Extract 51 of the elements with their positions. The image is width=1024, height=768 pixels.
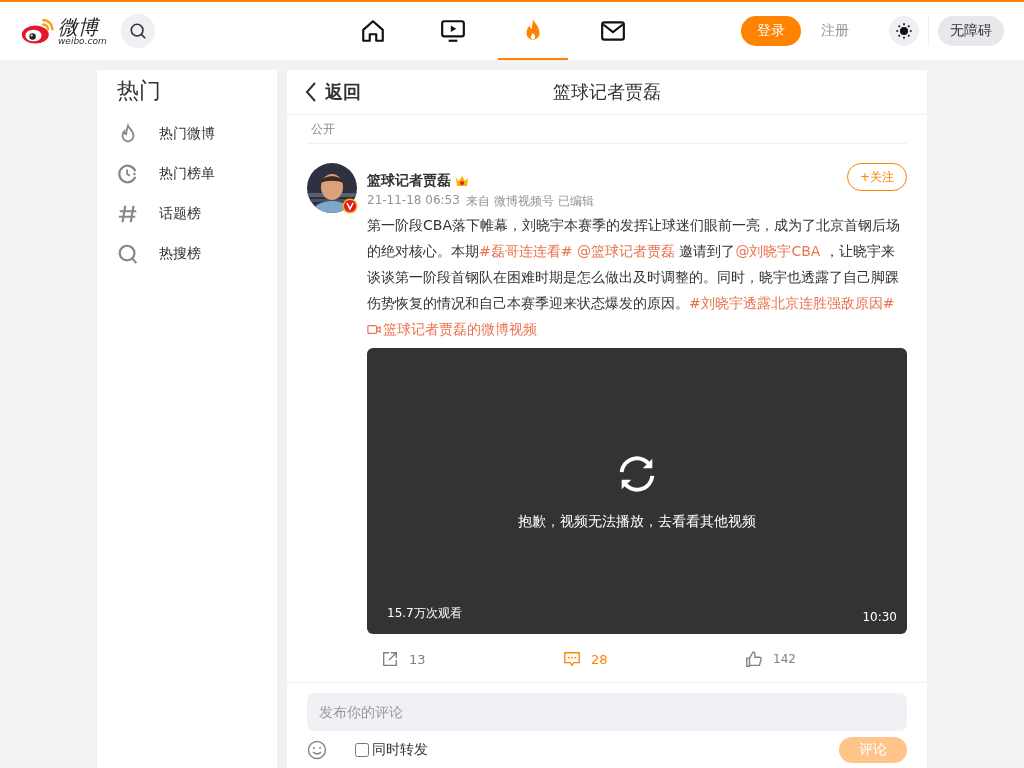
- theme-button[interactable]: [889, 16, 919, 46]
- sun-icon: [895, 22, 913, 40]
- home-icon: [360, 18, 386, 44]
- thumbs-up-icon: [745, 650, 763, 668]
- video-player[interactable]: 抱歉，视频无法播放，去看看其他视频 15.7万次观看 10:30: [367, 348, 907, 634]
- view-count: 15.7万次观看: [387, 605, 462, 622]
- sidebar-title: 热门: [117, 77, 162, 105]
- sidebar-link[interactable]: 热门微博: [159, 125, 215, 143]
- logo-text: 微博: [58, 16, 100, 37]
- logo-url: weibo.com: [58, 36, 107, 46]
- search-icon: [128, 22, 147, 40]
- chevron-left-icon: [305, 82, 317, 102]
- emoji-icon[interactable]: [307, 740, 327, 760]
- post-text: 第一阶段CBA落下帷幕，刘晓宇本赛季的发挥让球迷们眼前一亮，成为了北京首钢后场的绝对核心。本期#磊哥连连看# @篮球记者贾磊 邀请到了@刘晓宇CBA ，让晓宇来谈谈第一阶段首钢队在困难时期是怎么做出及时调整的。同时，晓宇也透露了自己脚踝伤势恢复的情况和自己本赛季迎来状态爆发的原因。#刘晓宇透露北京连胜强敌原因# 篮球记者贾磊的微博视频: [367, 216, 901, 339]
- post-link[interactable]: #刘晓宇透露北京连胜强敌原因#: [689, 295, 895, 311]
- sidebar-link[interactable]: 热门榜单: [159, 165, 215, 183]
- hashtag-icon: [117, 203, 139, 225]
- weibo-logo[interactable]: 微博 weibo.com: [20, 16, 107, 46]
- register-link[interactable]: 注册: [821, 22, 849, 40]
- search-icon: [117, 243, 139, 265]
- video-error-message: 抱歉，视频无法播放，去看看其他视频: [518, 513, 756, 531]
- repost-checkbox[interactable]: [355, 743, 369, 757]
- author-name[interactable]: 篮球记者贾磊: [367, 172, 451, 190]
- comment-button[interactable]: 28: [563, 650, 745, 668]
- sidebar-link[interactable]: 话题榜: [159, 205, 201, 223]
- clock-icon: [117, 163, 139, 185]
- comment-icon: [563, 650, 581, 668]
- verified-badge-icon: [342, 198, 358, 214]
- post-time: 21-11-18 06:53: [367, 193, 460, 209]
- video-link[interactable]: 篮球记者贾磊的微博视频: [383, 321, 537, 337]
- post-link[interactable]: #磊哥连连看#: [479, 243, 573, 259]
- video-screen-icon: [440, 18, 466, 44]
- post-source: 来自 微博视频号 已编辑: [465, 193, 594, 210]
- repost-button[interactable]: 13: [381, 650, 563, 668]
- post-link[interactable]: @篮球记者贾磊: [572, 243, 675, 259]
- visibility-label: 公开: [311, 120, 335, 138]
- post-link[interactable]: @刘晓宇CBA: [735, 243, 821, 259]
- page-title: 篮球记者贾磊: [553, 80, 661, 104]
- like-button[interactable]: 142: [745, 650, 927, 668]
- video-duration: 10:30: [862, 610, 897, 624]
- accessibility-button[interactable]: 无障碍: [938, 16, 1004, 46]
- repost-label: 同时转发: [372, 741, 428, 759]
- login-button[interactable]: 登录: [741, 16, 801, 46]
- eye-logo-icon: [20, 16, 56, 46]
- video-camera-icon: [367, 324, 381, 335]
- comment-input[interactable]: 发布你的评论: [307, 693, 907, 731]
- back-button[interactable]: 返回: [305, 80, 361, 104]
- share-icon: [381, 650, 399, 668]
- mail-icon: [600, 18, 626, 44]
- search-button[interactable]: [120, 14, 155, 48]
- sidebar-link[interactable]: 热搜榜: [159, 245, 201, 263]
